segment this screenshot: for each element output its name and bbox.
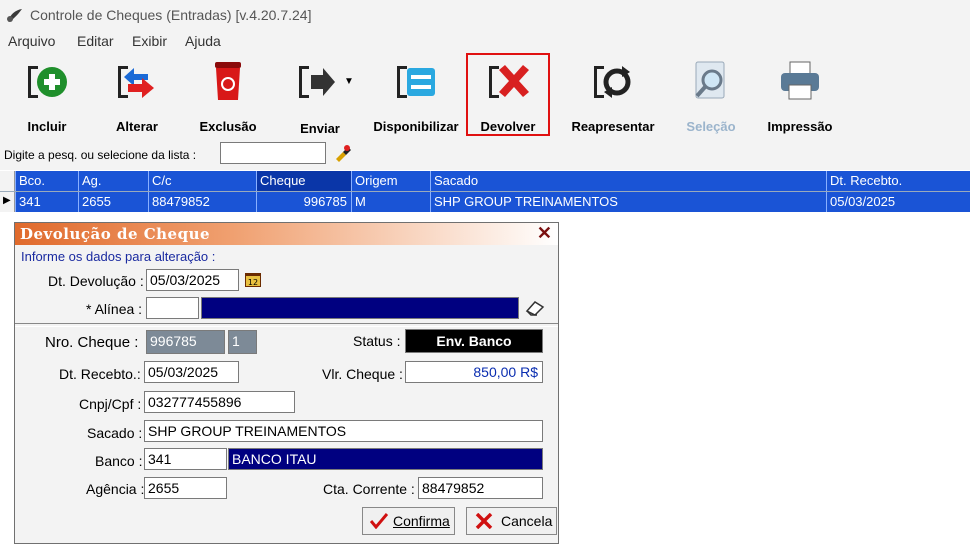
agencia-input[interactable]: 2655 xyxy=(144,477,227,499)
cancela-button[interactable]: Cancela xyxy=(466,507,557,535)
row-indicator: ▶ xyxy=(0,192,15,212)
close-icon[interactable]: ✕ xyxy=(537,223,552,244)
menu-arquivo[interactable]: Arquivo xyxy=(8,33,55,49)
cell-sacado[interactable]: SHP GROUP TREINAMENTOS xyxy=(430,192,826,212)
reapresentar-label: Reapresentar xyxy=(571,119,655,134)
cheque-grid: Bco. Ag. C/c Cheque Origem Sacado Dt. Re… xyxy=(0,171,970,215)
trash-icon xyxy=(215,62,241,100)
calendar-icon[interactable]: 12 xyxy=(245,273,261,287)
alterar-label: Alterar xyxy=(116,119,158,134)
cnpj-label: Cnpj/Cpf : xyxy=(79,396,142,412)
status-value: Env. Banco xyxy=(405,329,543,353)
table-row[interactable]: ▶ 341 2655 88479852 996785 M SHP GROUP T… xyxy=(0,192,970,212)
alterar-button[interactable]: Alterar xyxy=(102,52,172,138)
search-row: Digite a pesq. ou selecione da lista : xyxy=(0,138,970,170)
dt-recebto-input[interactable]: 05/03/2025 xyxy=(144,361,239,383)
cell-origem[interactable]: M xyxy=(351,192,430,212)
pick-list-icon[interactable] xyxy=(333,143,353,163)
cnpj-input[interactable]: 032777455896 xyxy=(144,391,295,413)
dt-recebto-label: Dt. Recebto.: xyxy=(59,366,141,382)
col-dt-recebto[interactable]: Dt. Recebto. xyxy=(826,171,970,191)
col-sacado[interactable]: Sacado xyxy=(430,171,826,191)
selecao-label: Seleção xyxy=(686,119,736,134)
dt-devolucao-label: Dt. Devolução : xyxy=(48,273,144,289)
enviar-button[interactable]: ▼ Enviar xyxy=(282,52,358,138)
cancela-label: Cancela xyxy=(501,513,553,529)
app-logo-icon xyxy=(7,9,22,22)
dialog-title: Devolução de Cheque xyxy=(20,225,211,243)
devolver-highlight xyxy=(466,53,550,136)
col-cc[interactable]: C/c xyxy=(148,171,256,191)
banco-code-input[interactable]: 341 xyxy=(144,448,227,470)
search-input[interactable] xyxy=(220,142,326,164)
banco-name: BANCO ITAU xyxy=(228,448,543,470)
dialog-title-bar: Devolução de Cheque ✕ xyxy=(15,223,558,245)
col-ag[interactable]: Ag. xyxy=(78,171,148,191)
banco-label: Banco : xyxy=(95,453,143,469)
cta-corrente-input[interactable]: 88479852 xyxy=(418,477,543,499)
reapresentar-button[interactable]: Reapresentar xyxy=(566,52,660,138)
cell-cheque[interactable]: 996785 xyxy=(256,192,351,212)
nro-cheque-seq: 1 xyxy=(228,330,257,354)
exclusao-label: Exclusão xyxy=(199,119,257,134)
col-cheque[interactable]: Cheque xyxy=(256,171,351,191)
dt-devolucao-input[interactable]: 05/03/2025 xyxy=(146,269,239,291)
enviar-label: Enviar xyxy=(300,121,340,136)
incluir-button[interactable]: Incluir xyxy=(12,52,82,138)
vlr-cheque-input[interactable]: 850,00 R$ xyxy=(405,361,543,383)
col-origem[interactable]: Origem xyxy=(351,171,430,191)
search-label: Digite a pesq. ou selecione da lista : xyxy=(4,148,197,162)
cell-cc[interactable]: 88479852 xyxy=(148,192,256,212)
instruction-text: Informe os dados para alteração : xyxy=(21,249,216,264)
list-icon xyxy=(397,66,435,98)
cell-ag[interactable]: 2655 xyxy=(78,192,148,212)
devolucao-dialog: Devolução de Cheque ✕ Informe os dados p… xyxy=(14,222,559,544)
checkmark-icon xyxy=(370,513,388,529)
sacado-label: Sacado : xyxy=(87,425,143,441)
window-title: Controle de Cheques (Entradas) [v.4.20.7… xyxy=(30,7,312,23)
confirma-button[interactable]: Confirma xyxy=(362,507,455,535)
cell-dt-recebto[interactable]: 05/03/2025 xyxy=(826,192,970,212)
nro-cheque-input: 996785 xyxy=(146,330,225,354)
selecao-button[interactable]: Seleção xyxy=(676,52,746,138)
menu-ajuda[interactable]: Ajuda xyxy=(185,33,221,49)
sacado-input[interactable]: SHP GROUP TREINAMENTOS xyxy=(144,420,543,442)
alinea-label: * Alínea : xyxy=(86,301,143,317)
chevron-down-icon[interactable]: ▼ xyxy=(344,76,354,87)
disponibilizar-button[interactable]: Disponibilizar xyxy=(368,52,464,138)
printer-icon xyxy=(781,61,819,100)
send-arrow-icon xyxy=(299,66,335,98)
svg-text:12: 12 xyxy=(248,278,258,287)
impressao-button[interactable]: Impressão xyxy=(762,52,838,138)
vlr-cheque-label: Vlr. Cheque : xyxy=(322,366,403,382)
col-bco[interactable]: Bco. xyxy=(15,171,78,191)
magnifier-icon xyxy=(695,61,725,99)
alinea-code-input[interactable] xyxy=(146,297,199,319)
title-bar: Controle de Cheques (Entradas) [v.4.20.7… xyxy=(0,0,970,30)
status-label: Status : xyxy=(353,333,401,349)
refresh-icon xyxy=(594,66,631,98)
disponibilizar-label: Disponibilizar xyxy=(373,119,459,134)
incluir-label: Incluir xyxy=(27,119,67,134)
confirma-label: Confirma xyxy=(393,513,450,529)
cell-bco[interactable]: 341 xyxy=(15,192,78,212)
exclusao-button[interactable]: Exclusão xyxy=(190,52,266,138)
nro-cheque-label: Nro. Cheque : xyxy=(45,334,139,351)
menu-editar[interactable]: Editar xyxy=(77,33,114,49)
cancel-x-icon xyxy=(475,513,493,529)
cta-corrente-label: Cta. Corrente : xyxy=(323,481,415,497)
eraser-icon[interactable] xyxy=(525,300,545,316)
row-indicator-header xyxy=(0,171,15,191)
alinea-description xyxy=(201,297,519,319)
menu-bar: Arquivo Editar Exibir Ajuda xyxy=(0,30,970,52)
agencia-label: Agência : xyxy=(86,481,145,497)
dialog-separator xyxy=(15,323,558,327)
menu-exibir[interactable]: Exibir xyxy=(132,33,167,49)
add-icon xyxy=(28,66,67,98)
swap-arrows-icon xyxy=(118,66,154,98)
grid-header: Bco. Ag. C/c Cheque Origem Sacado Dt. Re… xyxy=(0,171,970,192)
impressao-label: Impressão xyxy=(767,119,833,134)
toolbar: Incluir Alterar Exclusão ▼ Enviar Dispon… xyxy=(0,52,970,138)
